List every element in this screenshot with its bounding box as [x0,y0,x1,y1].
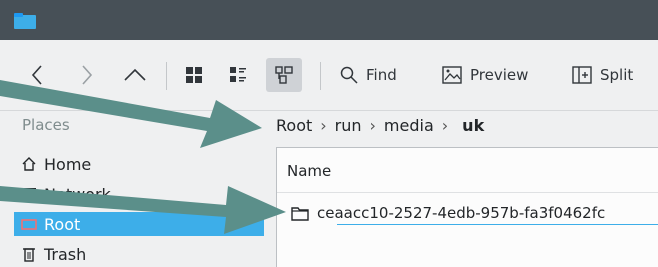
annotation-arrow-breadcrumb [0,80,262,148]
annotation-arrows [0,80,286,234]
annotation-arrow-file [0,186,286,234]
